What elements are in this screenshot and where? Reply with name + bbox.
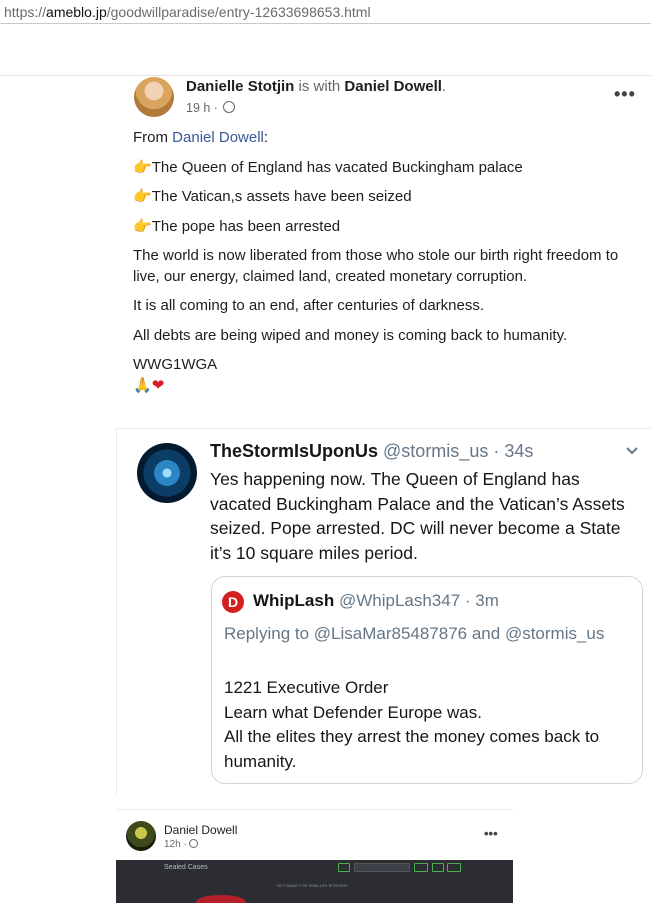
avatar: D bbox=[222, 591, 244, 613]
post-image[interactable]: Sealed Cases NOT MADE FOR SMALLER SCREEN… bbox=[116, 860, 513, 903]
bullet-text: The Queen of England has vacated Bucking… bbox=[151, 158, 523, 176]
red-heart-icon: ❤ bbox=[151, 376, 165, 394]
quoted-tweet[interactable]: D WhipLash @WhipLash347 · 3m Replying to… bbox=[211, 576, 643, 784]
tweet-screenshot: TheStormIsUponUs @stormis_us · 34s Yes h… bbox=[116, 428, 651, 794]
tweet-author[interactable]: TheStormIsUponUs bbox=[210, 441, 378, 461]
replying-to: Replying to @LisaMar85487876 and @stormi… bbox=[224, 624, 605, 643]
image-label: Sealed Cases bbox=[164, 864, 208, 871]
quote-handle: @WhipLash347 bbox=[338, 591, 461, 610]
quote-author: WhipLash bbox=[253, 591, 335, 610]
quote-text: 1221 Executive Order Learn what Defender… bbox=[224, 676, 634, 774]
chevron-down-icon[interactable] bbox=[625, 443, 639, 459]
globe-icon bbox=[223, 101, 236, 113]
second-facebook-post: Daniel Dowell 12h · ••• Sealed Cases NOT… bbox=[116, 809, 513, 903]
avatar[interactable] bbox=[126, 821, 156, 851]
more-options-icon[interactable]: ••• bbox=[614, 84, 636, 105]
post-time: 12h · bbox=[164, 839, 198, 850]
post-time[interactable]: 19 h · bbox=[186, 101, 236, 115]
pointing-hand-icon: 👉 bbox=[133, 217, 152, 235]
quote-line: All the elites they arrest the money com… bbox=[224, 727, 600, 771]
from-label: From bbox=[133, 129, 168, 146]
pointing-hand-icon: 👉 bbox=[133, 188, 152, 205]
post-body: From Daniel Dowell: 👉The Queen of Englan… bbox=[133, 128, 633, 396]
quote-line: 1221 Executive Order bbox=[224, 678, 389, 697]
post-author[interactable]: Daniel Dowell bbox=[164, 823, 237, 837]
quote-header: WhipLash @WhipLash347 · 3m bbox=[253, 591, 499, 611]
author-name[interactable]: Danielle Stotjin bbox=[186, 78, 294, 95]
tweet-text: Yes happening now. The Queen of England … bbox=[210, 469, 625, 563]
time-text: 12h · bbox=[164, 839, 187, 850]
tagged-name[interactable]: Daniel Dowell bbox=[344, 78, 442, 95]
pointing-hand-icon: 👉 bbox=[133, 158, 152, 176]
period: . bbox=[441, 78, 447, 95]
bullet-line: 👉The Queen of England has vacated Buckin… bbox=[133, 158, 633, 179]
bullet-text: The pope has been arrested bbox=[151, 217, 341, 235]
paragraph: All debts are being wiped and money is c… bbox=[133, 326, 568, 344]
from-colon: : bbox=[263, 129, 269, 146]
url-domain: ameblo.jp bbox=[46, 4, 107, 20]
paragraph: The world is now liberated from those wh… bbox=[133, 247, 619, 285]
image-subtext: NOT MADE FOR SMALLER SCREENS bbox=[277, 883, 348, 888]
bullet-line: 👉The Vatican,s assets have been seized bbox=[133, 187, 633, 208]
image-button bbox=[414, 863, 428, 872]
image-button bbox=[338, 863, 350, 872]
globe-icon bbox=[188, 839, 198, 848]
address-bar[interactable]: https://ameblo.jp/goodwillparadise/entry… bbox=[0, 0, 651, 24]
quote-line: Learn what Defender Europe was. bbox=[224, 702, 482, 722]
dot: · bbox=[493, 441, 500, 461]
url-path: /goodwillparadise/entry-12633698653.html bbox=[106, 4, 371, 20]
avatar[interactable] bbox=[134, 77, 174, 117]
with-text: is with bbox=[298, 78, 341, 95]
image-search-box bbox=[354, 863, 410, 872]
image-button bbox=[447, 863, 461, 872]
bullet-line: 👉The pope has been arrested bbox=[133, 217, 633, 238]
from-line: From Daniel Dowell: bbox=[133, 128, 633, 149]
hashtag-line: WWG1WGA bbox=[133, 356, 218, 373]
quote-time: · 3m bbox=[464, 591, 499, 610]
tweet-time: 34s bbox=[504, 441, 534, 461]
tweet-header: TheStormIsUponUs @stormis_us · 34s bbox=[210, 441, 533, 462]
avatar[interactable] bbox=[137, 443, 197, 503]
emoji-line: 🙏❤ bbox=[133, 376, 633, 397]
from-link[interactable]: Daniel Dowell bbox=[172, 129, 264, 146]
time-text: 19 h · bbox=[186, 101, 218, 115]
praying-hands-icon: 🙏 bbox=[133, 376, 152, 394]
tweet-handle: @stormis_us bbox=[383, 441, 489, 461]
image-button bbox=[432, 863, 444, 872]
more-options-icon[interactable]: ••• bbox=[484, 826, 498, 841]
paragraph: It is all coming to an end, after centur… bbox=[133, 297, 485, 314]
url-prefix: https:// bbox=[4, 4, 47, 20]
bullet-text: The Vatican,s assets have been seized bbox=[151, 188, 412, 205]
post-author-line: Danielle Stotjin is with Daniel Dowell. bbox=[186, 78, 446, 95]
divider bbox=[0, 75, 651, 76]
